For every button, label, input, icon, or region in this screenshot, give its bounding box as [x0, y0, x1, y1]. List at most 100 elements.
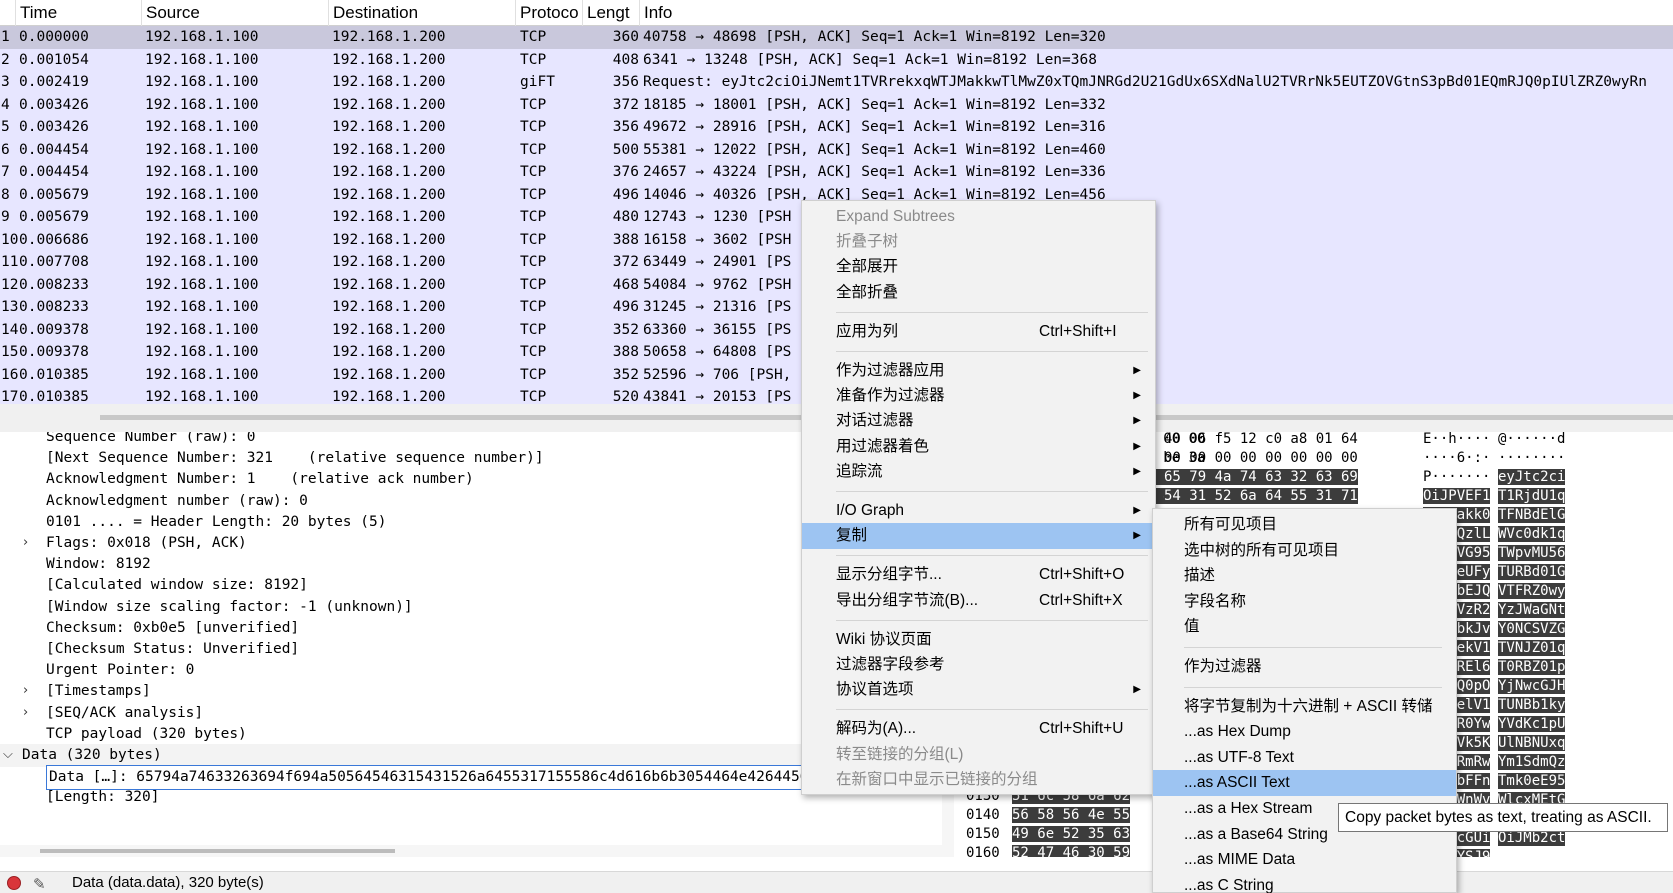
packet-cell-dst: 192.168.1.200 — [332, 366, 446, 383]
copy-as-filter[interactable]: 作为过滤器 — [1153, 654, 1456, 680]
packet-cell-src: 192.168.1.100 — [145, 321, 259, 338]
column-header-info[interactable]: Info — [640, 0, 1673, 26]
menu-apply-as-column[interactable]: 应用为列 Ctrl+Shift+I — [802, 319, 1155, 345]
menu-item-label: Expand Subtrees — [836, 208, 955, 225]
menu-filter-field-reference[interactable]: 过滤器字段参考 — [802, 652, 1155, 678]
menu-collapse-all[interactable]: 全部折叠 — [802, 280, 1155, 306]
packet-cell-proto: TCP — [520, 164, 547, 180]
menu-item-label: ...as Hex Dump — [1184, 723, 1291, 741]
packet-cell-proto: TCP — [520, 366, 547, 383]
hex-bytes: 54 31 52 6a 64 55 31 71 — [1164, 488, 1358, 504]
hex-ascii: YVdKc1pU — [1498, 716, 1566, 732]
packet-cell-dst: 192.168.1.200 — [332, 164, 446, 180]
hex-ascii: OiJPVEF1 — [1423, 488, 1491, 504]
submenu-arrow-icon: ▶ — [1133, 530, 1141, 542]
column-header-time[interactable]: Time — [16, 0, 142, 26]
hex-ascii: TWpvMU56 — [1498, 545, 1566, 561]
menu-export-packet-bytes[interactable]: 导出分组字节流(B)... Ctrl+Shift+X — [802, 588, 1155, 614]
packet-list-header: Time Source Destination Protoco Lengt In… — [0, 0, 1673, 26]
hex-line: 0150 — [966, 825, 1000, 844]
hex-line: 56 58 56 4e 55 — [1012, 806, 1131, 825]
edit-comment-icon[interactable]: ✎ — [33, 874, 46, 893]
copy-as-hex-dump[interactable]: ...as Hex Dump — [1153, 719, 1456, 745]
packet-row[interactable]: 7 0.004454 192.168.1.100 192.168.1.200 TCP 37… — [0, 161, 1673, 184]
menu-separator — [1184, 686, 1442, 688]
packet-cell-src: 192.168.1.100 — [145, 344, 259, 360]
hex-line: YVdKc1pU — [1498, 715, 1566, 734]
hex-line: YjNwcGJH — [1498, 677, 1566, 696]
packet-cell-proto: TCP — [520, 209, 547, 225]
expert-info-icon[interactable] — [7, 876, 21, 890]
packet-cell-no: 9 — [1, 209, 10, 225]
packet-cell-dst: 192.168.1.200 — [332, 96, 446, 113]
scrollbar-thumb[interactable] — [40, 849, 395, 853]
packet-cell-info: 18185 → 18001 [PSH, ACK] Seq=1 Ack=1 Win… — [643, 96, 1106, 113]
column-header-destination[interactable]: Destination — [329, 0, 516, 26]
menu-item-label: 复制 — [836, 527, 868, 545]
packet-cell-proto: TCP — [520, 29, 547, 45]
copy-value[interactable]: 值 — [1153, 614, 1456, 640]
menu-prepare-as-filter[interactable]: 准备作为过滤器 ▶ — [802, 383, 1155, 409]
copy-as-utf8-text[interactable]: ...as UTF-8 Text — [1153, 745, 1456, 771]
packet-row[interactable]: 5 0.003426 192.168.1.100 192.168.1.200 TCP 35… — [0, 116, 1673, 139]
packet-cell-no: 6 — [1, 141, 10, 158]
menu-item-label: 协议首选项 — [836, 681, 914, 699]
menu-follow-stream[interactable]: 追踪流 ▶ — [802, 459, 1155, 485]
menu-item-label: ...as a Hex Stream — [1184, 800, 1313, 817]
packet-cell-time: 0.004454 — [19, 164, 89, 180]
submenu-arrow-icon: ▶ — [1133, 390, 1141, 402]
hex-line: P······· — [1423, 468, 1490, 487]
menu-item-label: 选中树的所有可见项目 — [1184, 541, 1340, 559]
copy-description[interactable]: 描述 — [1153, 563, 1456, 589]
menu-item-label: 全部展开 — [836, 258, 899, 276]
expand-arrow-icon[interactable]: › — [23, 680, 28, 703]
menu-colorize-with-filter[interactable]: 用过滤器着色 ▶ — [802, 434, 1155, 460]
copy-all-visible-selected-tree-items[interactable]: 选中树的所有可见项目 — [1153, 538, 1456, 564]
hex-offset: 0140 — [966, 807, 1000, 823]
copy-all-visible-items[interactable]: 所有可见项目 — [1153, 512, 1456, 538]
menu-conversation-filter[interactable]: 对话过滤器 ▶ — [802, 408, 1155, 434]
menu-copy[interactable]: 复制 ▶ — [802, 523, 1155, 550]
hex-ascii: Y0NCSVZG — [1498, 621, 1566, 637]
expand-arrow-icon[interactable]: › — [23, 702, 28, 725]
column-header-no[interactable] — [0, 0, 16, 26]
copy-as-ascii-text[interactable]: ...as ASCII Text — [1153, 770, 1456, 797]
menu-separator — [1184, 647, 1442, 648]
packet-cell-time: 0.004454 — [19, 141, 89, 158]
copy-as-c-string[interactable]: ...as C String — [1153, 873, 1456, 893]
copy-field-name[interactable]: 字段名称 — [1153, 589, 1456, 615]
packet-row[interactable]: 2 0.001054 192.168.1.100 192.168.1.200 TCP 40… — [0, 49, 1673, 72]
menu-show-packet-bytes[interactable]: 显示分组字节... Ctrl+Shift+O — [802, 562, 1155, 588]
column-header-length[interactable]: Lengt — [583, 0, 640, 26]
packet-row[interactable]: 6 0.004454 192.168.1.100 192.168.1.200 TCP 50… — [0, 139, 1673, 162]
details-horizontal-scrollbar[interactable] — [0, 845, 942, 857]
collapse-arrow-icon[interactable]: ⌵ — [3, 744, 13, 767]
expand-arrow-icon[interactable]: › — [23, 532, 28, 555]
copy-bytes-hex-ascii-dump[interactable]: 将字节复制为十六进制 + ASCII 转储 — [1153, 694, 1456, 720]
packet-row[interactable]: 4 0.003426 192.168.1.100 192.168.1.200 TCP 37… — [0, 94, 1673, 117]
hex-ascii: UlNBNUxq — [1498, 735, 1566, 751]
menu-io-graph[interactable]: I/O Graph ▶ — [802, 498, 1155, 524]
hex-line: ····6·:· — [1423, 449, 1490, 468]
packet-row[interactable]: 1 0.000000 192.168.1.100 192.168.1.200 TCP 36… — [0, 26, 1673, 49]
hex-line: 40 06 f5 12 c0 a8 01 64 — [1164, 432, 1358, 449]
column-header-protocol[interactable]: Protoco — [516, 0, 583, 26]
menu-decode-as[interactable]: 解码为(A)... Ctrl+Shift+U — [802, 716, 1155, 742]
menu-separator — [836, 351, 1148, 352]
menu-expand-all[interactable]: 全部展开 — [802, 254, 1155, 280]
column-header-source[interactable]: Source — [142, 0, 329, 26]
packet-cell-no: 8 — [1, 186, 10, 203]
packet-cell-src: 192.168.1.100 — [145, 141, 259, 158]
menu-protocol-preferences[interactable]: 协议首选项 ▶ — [802, 677, 1155, 703]
packet-cell-proto: TCP — [520, 321, 547, 338]
packet-cell-time: 0.008233 — [19, 299, 89, 315]
packet-cell-no: 16 — [1, 366, 18, 383]
menu-item-label: 过滤器字段参考 — [836, 656, 945, 673]
copy-as-mime-data[interactable]: ...as MIME Data — [1153, 847, 1456, 873]
menu-wiki-protocol-page[interactable]: Wiki 协议页面 — [802, 627, 1155, 653]
menu-item-label: 应用为列 — [836, 322, 899, 340]
menu-apply-as-filter[interactable]: 作为过滤器应用 ▶ — [802, 358, 1155, 384]
packet-cell-time: 0.007708 — [19, 254, 89, 270]
packet-row[interactable]: 3 0.002419 192.168.1.100 192.168.1.200 giFT 3… — [0, 71, 1673, 94]
status-text: Data (data.data), 320 byte(s) — [72, 874, 264, 891]
